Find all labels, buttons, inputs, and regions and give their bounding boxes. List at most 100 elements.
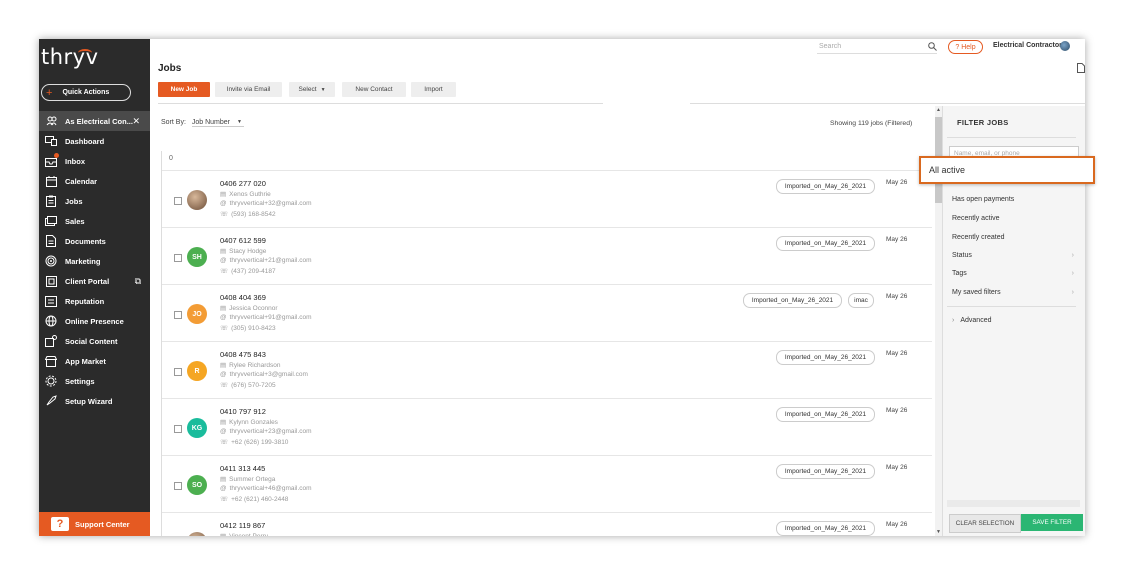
job-row[interactable]: 0412 119 867 ▤Vincent Perry Imported_on_Ma… (162, 512, 932, 536)
contact-email: @ thryvvertical+23@gmail.com (220, 428, 312, 435)
filter-title: FILTER JOBS (957, 118, 1009, 127)
invite-email-button[interactable]: Invite via Email (215, 82, 282, 97)
advanced-toggle[interactable]: › Advanced (952, 317, 991, 324)
sidebar-item-online-presence[interactable]: Online Presence (39, 311, 150, 331)
contact-avatar: KG (187, 418, 207, 438)
contact-name: ▤ Kylynn Gonzales (220, 418, 278, 427)
row-checkbox[interactable] (174, 482, 182, 490)
support-center-button[interactable]: ? Support Center (39, 512, 150, 536)
divider (158, 103, 603, 104)
sidebar-item-label: Online Presence (65, 316, 124, 326)
tag-chip[interactable]: Imported_on_May_26_2021 (776, 464, 875, 479)
sidebar-item-social-content[interactable]: Social Content (39, 331, 150, 351)
search-input[interactable]: Search (817, 40, 937, 54)
user-avatar[interactable] (1060, 41, 1070, 51)
new-contact-button[interactable]: New Contact (342, 82, 406, 97)
sidebar-item-label: Dashboard (65, 136, 105, 146)
sidebar-item-jobs[interactable]: Jobs (39, 191, 150, 211)
all-active-filter-option[interactable]: All active (919, 156, 1095, 184)
sidebar-item-label: Setup Wizard (65, 396, 113, 406)
contact-phone-text: (676) 570-7205 (231, 381, 276, 389)
sidebar-item-label: Inbox (65, 156, 85, 166)
contact-phone: ☏ (305) 910-8423 (220, 324, 276, 333)
row-checkbox[interactable] (174, 368, 182, 376)
close-icon[interactable]: ✕ (132, 116, 140, 127)
tag-chip[interactable]: Imported_on_May_26_2021 (776, 179, 875, 194)
row-checkbox[interactable] (174, 311, 182, 319)
job-number[interactable]: 0406 277 020 (220, 179, 266, 188)
filter-recently-active[interactable]: Recently active (952, 215, 1074, 222)
row-checkbox[interactable] (174, 197, 182, 205)
sidebar-item-label: Calendar (65, 176, 98, 186)
company-name[interactable]: Electrical Contractor ... (993, 42, 1070, 49)
sidebar-item-marketing[interactable]: Marketing (39, 251, 150, 271)
sidebar-item-sales[interactable]: Sales (39, 211, 150, 231)
filter-tags[interactable]: Tags › (952, 270, 1074, 277)
tag-chip[interactable]: Imported_on_May_26_2021 (776, 521, 875, 536)
document-icon (44, 234, 58, 248)
gear-icon (44, 374, 58, 388)
clear-selection-button[interactable]: CLEAR SELECTION (949, 514, 1021, 533)
select-dropdown[interactable]: Select ▼ (289, 82, 335, 97)
job-number[interactable]: 0412 119 867 (220, 521, 265, 530)
job-number[interactable]: 0411 313 445 (220, 464, 265, 473)
job-row[interactable]: SO 0411 313 445 ▤ Summer Ortega @ thryvvertic… (162, 455, 932, 513)
sidebar-item-account[interactable]: As Electrical Con... ✕ (39, 111, 150, 131)
filter-has-open-payments[interactable]: Has open payments (952, 196, 1074, 203)
row-checkbox[interactable] (174, 425, 182, 433)
scroll-down-icon[interactable]: ▼ (935, 529, 942, 535)
save-filter-button[interactable]: SAVE FILTER (1021, 514, 1083, 531)
tag-chip[interactable]: Imported_on_May_26_2021 (776, 407, 875, 422)
card-icon: ▤ (220, 419, 227, 426)
sidebar-item-app-market[interactable]: App Market (39, 351, 150, 371)
tag-chip[interactable]: Imported_on_May_26_2021 (743, 293, 842, 308)
job-row[interactable]: 0406 277 020 ▤ Xenos Guthrie @ thryvvertical… (162, 170, 932, 228)
help-button[interactable]: ? Help (948, 40, 983, 54)
scroll-up-icon[interactable]: ▲ (935, 107, 942, 113)
contact-email-text: thryvvertical+32@gmail.com (229, 200, 312, 207)
job-row[interactable]: R 0408 475 843 ▤ Rylee Richardson @ thryvvert… (162, 341, 932, 399)
contact-email: @ thryvvertical+32@gmail.com (220, 200, 312, 207)
sort-by-value[interactable]: Job Number ▼ (191, 119, 244, 127)
document-icon[interactable] (1077, 63, 1085, 75)
job-row[interactable]: KG 0410 797 912 ▤ Kylynn Gonzales @ thryvvert… (162, 398, 932, 456)
filter-recently-created[interactable]: Recently created (952, 234, 1074, 241)
quick-actions-button[interactable]: + Quick Actions (41, 84, 131, 101)
search-icon[interactable] (928, 42, 937, 53)
sort-by-control[interactable]: Sort By: Job Number ▼ (161, 119, 244, 127)
row-checkbox[interactable] (174, 254, 182, 262)
contact-phone: ☏ (593) 168-8542 (220, 210, 276, 219)
contact-email-text: thryvvertical+46@gmail.com (229, 485, 312, 492)
filter-horizontal-scrollbar[interactable] (947, 500, 1080, 507)
sidebar-item-calendar[interactable]: Calendar (39, 171, 150, 191)
sidebar-item-client-portal[interactable]: Client Portal ⧉ (39, 271, 150, 291)
job-number[interactable]: 0410 797 912 (220, 407, 266, 416)
tag-chip[interactable]: Imported_on_May_26_2021 (776, 236, 875, 251)
job-row[interactable]: SH 0407 612 599 ▤ Stacy Hodge @ thryvvertical… (162, 227, 932, 285)
reputation-icon (44, 294, 58, 308)
contact-email-text: thryvvertical+21@gmail.com (229, 257, 312, 264)
divider (690, 103, 1085, 104)
filter-my-saved-filters[interactable]: My saved filters › (952, 289, 1074, 296)
job-row[interactable]: JO 0408 404 369 ▤ Jessica Oconnor @ thryvvert… (162, 284, 932, 342)
top-bar: Search ? Help Electrical Contractor ... (150, 39, 1085, 55)
filter-status[interactable]: Status › (952, 252, 1074, 259)
sidebar-item-dashboard[interactable]: Dashboard (39, 131, 150, 151)
sidebar-item-documents[interactable]: Documents (39, 231, 150, 251)
sidebar-item-inbox[interactable]: Inbox (39, 151, 150, 171)
sidebar-item-setup-wizard[interactable]: Setup Wizard (39, 391, 150, 411)
job-number[interactable]: 0408 404 369 (220, 293, 266, 302)
caret-down-icon: ▼ (320, 86, 326, 93)
job-number[interactable]: 0407 612 599 (220, 236, 266, 245)
job-number[interactable]: 0408 475 843 (220, 350, 266, 359)
sidebar-item-settings[interactable]: Settings (39, 371, 150, 391)
tag-chip[interactable]: Imported_on_May_26_2021 (776, 350, 875, 365)
sales-icon (44, 214, 58, 228)
new-job-button[interactable]: New Job (158, 82, 210, 97)
phone-icon: ☏ (220, 211, 229, 218)
tag-chip[interactable]: imac (848, 293, 874, 308)
external-link-icon[interactable]: ⧉ (135, 276, 141, 287)
contact-name: ▤ Xenos Guthrie (220, 190, 271, 199)
import-button[interactable]: Import (411, 82, 456, 97)
sidebar-item-reputation[interactable]: Reputation (39, 291, 150, 311)
